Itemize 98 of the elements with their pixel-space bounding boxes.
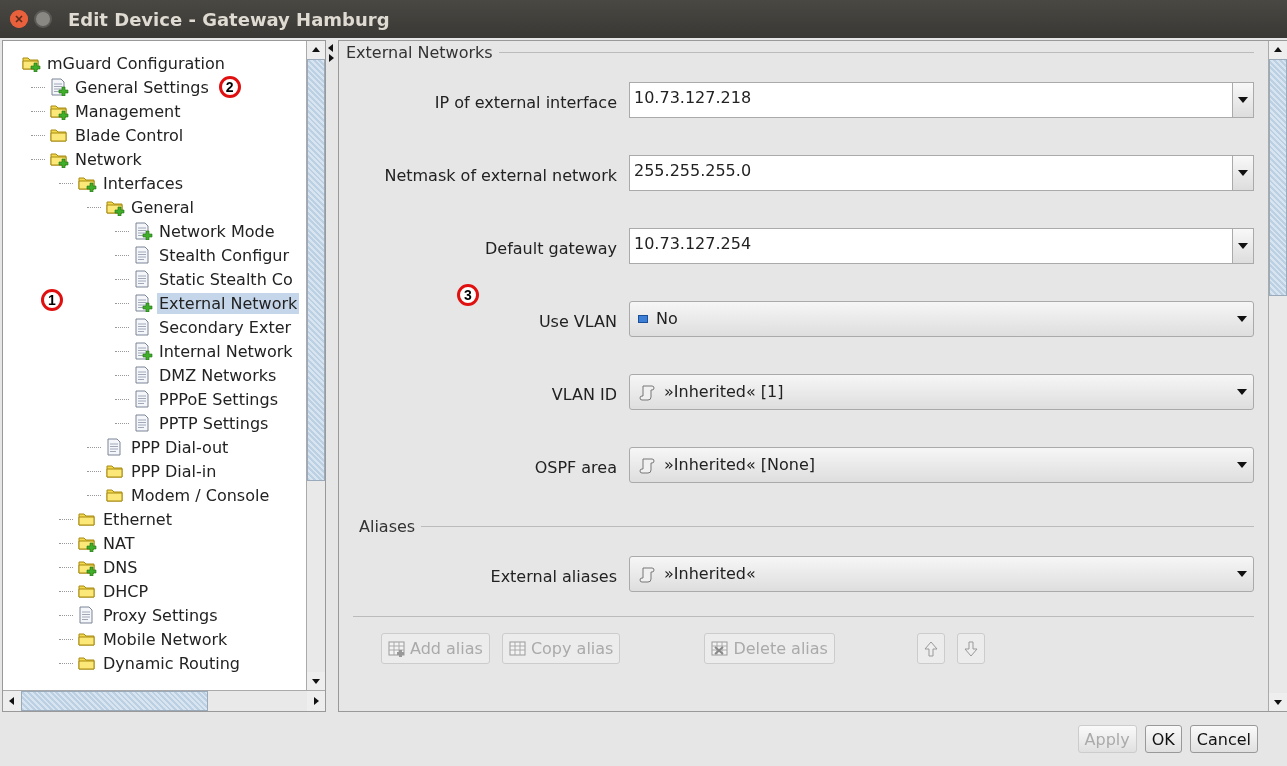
dropdown-button[interactable] — [1232, 155, 1253, 190]
folder-plus-icon — [77, 534, 97, 552]
field-label: Use VLAN — [538, 311, 617, 331]
scroll-icon — [638, 382, 656, 401]
tree-item[interactable]: DMZ Networks — [157, 364, 279, 386]
tree-item[interactable]: PPTP Settings — [157, 412, 271, 434]
tree-item[interactable]: Internal Network — [157, 340, 295, 362]
tree-item[interactable]: Modem / Console — [129, 484, 272, 506]
folder-icon — [77, 630, 97, 648]
callout-marker: 1 — [41, 289, 63, 311]
tree-item[interactable]: Dynamic Routing — [101, 652, 242, 674]
folder-plus-icon — [49, 150, 69, 168]
tree-item[interactable]: Mobile Network — [101, 628, 230, 650]
dialog-button[interactable]: Cancel — [1189, 725, 1258, 753]
folder-plus-icon — [49, 102, 69, 120]
dropdown-button[interactable] — [1232, 82, 1253, 117]
tree-item[interactable]: Management — [73, 100, 183, 122]
field-label: IP of external interface — [434, 92, 617, 112]
dropdown[interactable]: »Inherited« — [629, 555, 1254, 592]
dropdown[interactable]: »Inherited« [1] — [629, 373, 1254, 410]
section-title: External Networks — [346, 42, 493, 62]
dropdown-button[interactable] — [1232, 228, 1253, 263]
tree-item[interactable]: Blade Control — [73, 124, 186, 146]
combo-box[interactable]: 255.255.255.0 — [629, 154, 1254, 191]
tree-item[interactable]: Network Mode — [157, 220, 277, 242]
folder-icon — [105, 486, 125, 504]
scroll-down-icon[interactable] — [1274, 698, 1282, 706]
tree-item[interactable]: PPPoE Settings — [157, 388, 280, 410]
folder-icon — [77, 654, 97, 672]
combo-box[interactable]: 10.73.127.254 — [629, 227, 1254, 264]
caret-icon — [1238, 242, 1248, 249]
scroll-icon — [638, 455, 656, 474]
folder-icon — [77, 582, 97, 600]
caret-icon — [1237, 461, 1247, 468]
combo-box[interactable]: 10.73.127.218 — [629, 81, 1254, 118]
scroll-right-icon[interactable] — [312, 697, 320, 705]
tree-item[interactable]: DHCP — [101, 580, 151, 602]
caret-icon — [1237, 388, 1247, 395]
tree-item[interactable]: NAT — [101, 532, 137, 554]
tree-item[interactable]: Secondary Exter — [157, 316, 294, 338]
tree-item[interactable]: Interfaces — [101, 172, 185, 194]
caret-icon — [1237, 315, 1247, 322]
folder-plus-icon — [21, 54, 41, 72]
scroll-up-icon[interactable] — [312, 46, 320, 54]
folder-icon — [77, 510, 97, 528]
field-label: Netmask of external network — [384, 165, 617, 185]
callout-marker: 2 — [218, 76, 241, 98]
caret-icon — [1238, 169, 1248, 176]
tree-item[interactable]: DNS — [101, 556, 140, 578]
folder-plus-icon — [77, 174, 97, 192]
tree-item[interactable]: External Network — [157, 292, 300, 314]
table-plus-icon — [388, 640, 406, 657]
scroll-right-icon[interactable] — [327, 54, 335, 62]
tree-item[interactable]: General — [129, 196, 197, 218]
scrollbar[interactable] — [1268, 41, 1287, 711]
window-title: Edit Device - Gateway Hamburg — [68, 8, 390, 30]
tree-item[interactable]: PPP Dial-in — [129, 460, 219, 482]
folder-icon — [105, 462, 125, 480]
tree-item[interactable]: Stealth Configur — [157, 244, 292, 266]
arrow-up-icon — [923, 640, 938, 657]
table-cross-icon — [711, 640, 730, 657]
field-label: OSPF area — [534, 457, 617, 477]
tree-item[interactable]: General Settings — [73, 76, 211, 98]
square-icon — [638, 314, 648, 323]
scroll-up-icon[interactable] — [1274, 46, 1282, 54]
close-icon[interactable] — [10, 10, 28, 28]
document-plus-icon — [133, 222, 153, 240]
scroll-down-icon[interactable] — [312, 677, 320, 685]
dropdown[interactable]: No — [629, 300, 1254, 337]
scrollbar[interactable] — [306, 41, 325, 690]
section-title: Aliases — [359, 516, 416, 536]
dropdown[interactable]: »Inherited« [None] — [629, 446, 1254, 483]
scroll-icon — [638, 564, 656, 583]
tree-item[interactable]: Network — [73, 148, 144, 170]
document-plus-icon — [133, 342, 153, 360]
scroll-left-icon[interactable] — [8, 697, 16, 705]
document-plus-icon — [49, 78, 69, 96]
document-plus-icon — [133, 294, 153, 312]
tree-item[interactable]: Ethernet — [101, 508, 174, 530]
caret-icon — [1237, 570, 1247, 577]
folder-plus-icon — [77, 558, 97, 576]
tree-item[interactable]: mGuard Configuration — [45, 52, 227, 74]
tree-item[interactable]: Static Stealth Co — [157, 268, 295, 290]
scroll-left-icon[interactable] — [327, 44, 335, 52]
folder-plus-icon — [105, 198, 125, 216]
minimize-icon[interactable] — [34, 10, 52, 28]
callout-marker: 3 — [457, 284, 479, 306]
folder-icon — [49, 126, 69, 144]
field-label: External aliases — [490, 566, 617, 586]
scrollbar[interactable] — [3, 690, 325, 711]
field-label: Default gateway — [485, 238, 617, 258]
table-icon — [508, 640, 527, 657]
caret-icon — [1238, 96, 1248, 103]
arrow-down-icon — [963, 640, 978, 657]
tree-item[interactable]: Proxy Settings — [101, 604, 220, 626]
field-label: VLAN ID — [551, 384, 617, 404]
dialog-button[interactable]: OK — [1144, 725, 1182, 753]
tree-item[interactable]: PPP Dial-out — [129, 436, 231, 458]
